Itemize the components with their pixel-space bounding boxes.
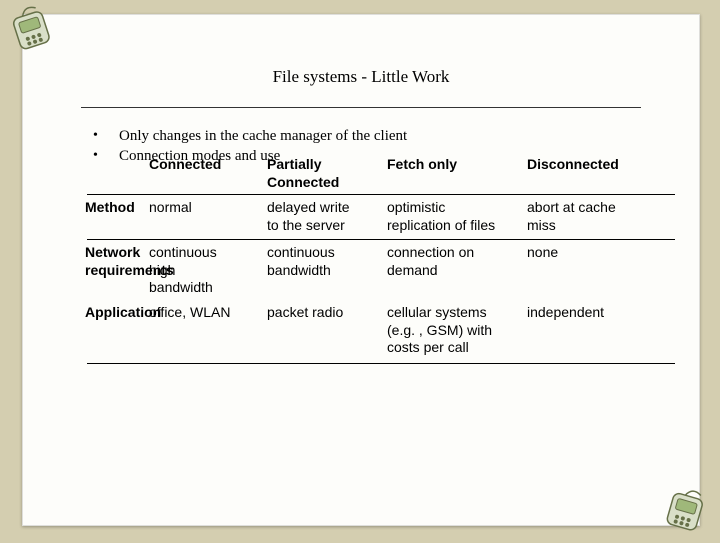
cell-method-connected: normal bbox=[149, 199, 192, 217]
cell-app-connected: office, WLAN bbox=[149, 304, 230, 322]
cell-method-fetch: optimistic replication of files bbox=[387, 199, 495, 234]
cell-network-partial: continuous bandwidth bbox=[267, 244, 335, 279]
slide-paper: File systems - Little Work • Only change… bbox=[22, 14, 700, 526]
cell-app-partial: packet radio bbox=[267, 304, 343, 322]
bullet-dot: • bbox=[93, 128, 98, 144]
cell-network-fetch: connection on demand bbox=[387, 244, 474, 279]
cell-network-disconnected: none bbox=[527, 244, 558, 262]
header-connected: Connected bbox=[149, 156, 221, 174]
row-label-method: Method bbox=[85, 199, 135, 217]
table-rule bbox=[87, 363, 675, 364]
cell-network-connected: continuous high bandwidth bbox=[149, 244, 217, 297]
bullet-text-1: Only changes in the cache manager of the… bbox=[119, 128, 407, 145]
header-disconnected: Disconnected bbox=[527, 156, 619, 174]
table-rule bbox=[87, 239, 675, 240]
header-fetch-only: Fetch only bbox=[387, 156, 457, 174]
slide-title: File systems - Little Work bbox=[23, 67, 699, 87]
bullet-dot: • bbox=[93, 148, 98, 164]
table-rule bbox=[87, 194, 675, 195]
title-underline bbox=[81, 107, 641, 108]
cell-method-disconnected: abort at cache miss bbox=[527, 199, 616, 234]
cell-method-partial: delayed write to the server bbox=[267, 199, 350, 234]
cell-app-disconnected: independent bbox=[527, 304, 604, 322]
cell-app-fetch: cellular systems (e.g. , GSM) with costs… bbox=[387, 304, 492, 357]
header-partially-connected: Partially Connected bbox=[267, 156, 339, 191]
